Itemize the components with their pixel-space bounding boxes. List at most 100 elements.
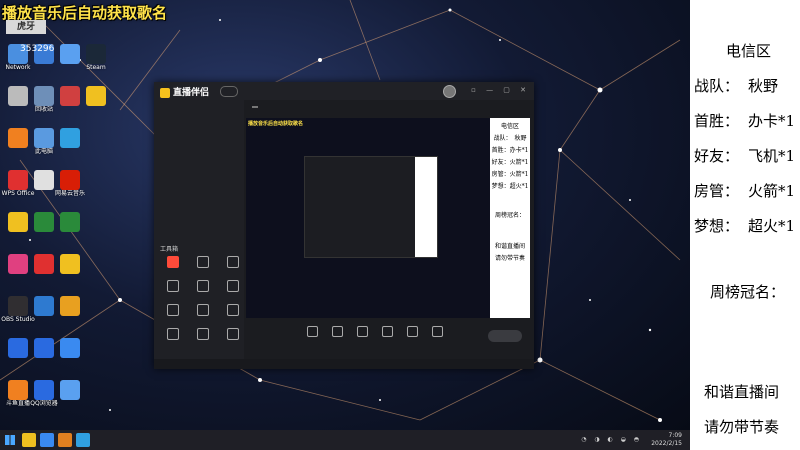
user-avatar[interactable] bbox=[443, 85, 456, 98]
clock: 7:09 2022/2/15 bbox=[651, 432, 682, 447]
footer-line-2: 请勿带节奏 bbox=[704, 418, 780, 436]
panel-row-label: 房管： bbox=[694, 182, 740, 200]
tool-icon bbox=[167, 304, 179, 316]
taskbar-app-icon[interactable] bbox=[76, 433, 90, 447]
desktop-icon-label: 网易云音乐 bbox=[54, 190, 85, 197]
app-icon bbox=[60, 212, 80, 232]
tool-button[interactable] bbox=[158, 328, 188, 352]
system-tray[interactable]: ◔ ◑ ◐ ◒ ◓ bbox=[581, 436, 642, 443]
preview-side-panel: 电信区 战队： 秋野 首胜：办卡*1 好友：火箭*1 房管：火箭*1 梦想：超火*1 周榜冠… bbox=[490, 118, 530, 318]
version-badge bbox=[220, 86, 238, 97]
tool-button[interactable] bbox=[158, 304, 188, 328]
tool-icon bbox=[167, 328, 179, 340]
taskbar-app-icon[interactable] bbox=[22, 433, 36, 447]
tool-icon bbox=[227, 280, 239, 292]
tool-button[interactable] bbox=[218, 256, 248, 280]
toolbar-icon bbox=[356, 326, 368, 337]
app-icon bbox=[60, 254, 80, 274]
app-icon bbox=[60, 128, 80, 148]
tool-button[interactable] bbox=[158, 256, 188, 280]
panel-row-label: 好友： bbox=[694, 147, 740, 165]
tool-button[interactable] bbox=[188, 256, 218, 280]
nested-preview bbox=[304, 156, 438, 258]
nested-side-panel bbox=[415, 157, 437, 257]
tool-button[interactable] bbox=[218, 304, 248, 328]
info-panel: 电信区 战队： 秋野 首胜： 办卡*1 好友： 飞机*1 房管： 火箭*1 梦想： 超火*1 周榜… bbox=[690, 0, 800, 450]
toolbar-button[interactable] bbox=[400, 326, 424, 338]
tool-icon bbox=[167, 280, 179, 292]
toolbar-icon bbox=[406, 326, 418, 337]
taskbar-app-icon[interactable] bbox=[58, 433, 72, 447]
toolbar-icon bbox=[306, 326, 318, 337]
bottom-toolbar bbox=[246, 322, 530, 350]
desktop-icon[interactable] bbox=[48, 338, 92, 378]
live-preview: 播放音乐后自动获取歌名 电信区 战队： 秋野 首胜：办卡*1 好友：火箭*1 房管：火箭… bbox=[246, 118, 530, 318]
desktop-icon[interactable] bbox=[48, 128, 92, 168]
toolbar-icon bbox=[381, 326, 393, 337]
panel-row-value: 火箭*1 bbox=[748, 182, 796, 200]
app-icon bbox=[60, 170, 80, 190]
region-label: 电信区 bbox=[726, 42, 772, 60]
desktop-icon[interactable] bbox=[48, 254, 92, 294]
tool-button[interactable] bbox=[188, 304, 218, 328]
left-panel: 工具箱 bbox=[154, 100, 244, 362]
app-logo-icon bbox=[160, 87, 170, 98]
start-live-button[interactable] bbox=[488, 330, 522, 342]
app-icon bbox=[60, 380, 80, 400]
scene-tabs[interactable] bbox=[160, 104, 184, 111]
tool-icon bbox=[227, 328, 239, 340]
app-icon bbox=[86, 44, 106, 64]
desktop-icon[interactable] bbox=[48, 296, 92, 336]
desktop-icon[interactable]: 网易云音乐 bbox=[48, 170, 92, 210]
start-icon[interactable] bbox=[5, 435, 15, 445]
preview-panel-line: 好友：火箭*1 bbox=[491, 159, 529, 166]
panel-row-value: 秋野 bbox=[748, 77, 779, 95]
toolbar-button[interactable] bbox=[300, 326, 324, 338]
panel-row-value: 超火*1 bbox=[748, 217, 796, 235]
toolbar-button[interactable] bbox=[350, 326, 374, 338]
toolbar-icon bbox=[331, 326, 343, 337]
tool-icon bbox=[197, 256, 209, 268]
tools-heading: 工具箱 bbox=[160, 246, 179, 253]
preview-panel-line: 梦想：超火*1 bbox=[491, 183, 529, 190]
panel-row-value: 飞机*1 bbox=[748, 147, 796, 165]
toolbar-button[interactable] bbox=[425, 326, 449, 338]
preview-title bbox=[248, 103, 258, 110]
preview-panel-line: 首胜：办卡*1 bbox=[491, 147, 529, 154]
huya-logo: 虎牙 bbox=[6, 20, 46, 34]
toolbar-button[interactable] bbox=[325, 326, 349, 338]
desktop-icon[interactable]: Steam bbox=[74, 44, 118, 84]
preview-panel-line: 和谐直播间 bbox=[494, 243, 525, 250]
tool-icon bbox=[197, 304, 209, 316]
status-line bbox=[154, 359, 534, 369]
desktop-icon-label: Steam bbox=[86, 64, 106, 71]
toolbar-icon bbox=[431, 326, 443, 337]
preview-panel-line: 请勿带节奏 bbox=[494, 255, 525, 262]
tool-button[interactable] bbox=[188, 280, 218, 304]
window-controls[interactable]: ▫ — ▢ ✕ bbox=[471, 86, 530, 94]
preview-panel-line: 房管：火箭*1 bbox=[491, 171, 529, 178]
tool-button[interactable] bbox=[218, 328, 248, 352]
desktop-icon[interactable] bbox=[48, 380, 92, 420]
app-icon bbox=[60, 296, 80, 316]
panel-row-label: 首胜： bbox=[694, 112, 740, 130]
toolbar-button[interactable] bbox=[375, 326, 399, 338]
desktop-icon[interactable] bbox=[48, 212, 92, 252]
tool-button[interactable] bbox=[188, 328, 218, 352]
app-brand: 直播伴侣 bbox=[160, 85, 209, 98]
app-titlebar: 直播伴侣 ▫ — ▢ ✕ bbox=[154, 82, 534, 100]
tool-icon bbox=[197, 280, 209, 292]
desktop-icon[interactable] bbox=[74, 86, 118, 126]
tool-button[interactable] bbox=[158, 280, 188, 304]
tool-icon bbox=[227, 256, 239, 268]
tool-button[interactable] bbox=[218, 280, 248, 304]
preview-caption: 播放音乐后自动获取歌名 bbox=[248, 121, 304, 127]
taskbar-app-icon[interactable] bbox=[40, 433, 54, 447]
preview-panel-line: 周榜冠名： bbox=[494, 212, 525, 219]
live-companion-window[interactable]: 直播伴侣 ▫ — ▢ ✕ 工具箱 播放音乐后自动获取歌名 电信区 战队： 秋野 首胜… bbox=[154, 82, 534, 369]
preview-panel-line: 电信区 bbox=[500, 123, 519, 130]
weekly-title: 周榜冠名： bbox=[710, 283, 786, 301]
tool-icon bbox=[167, 256, 179, 268]
tool-icon bbox=[197, 328, 209, 340]
app-icon bbox=[86, 86, 106, 106]
